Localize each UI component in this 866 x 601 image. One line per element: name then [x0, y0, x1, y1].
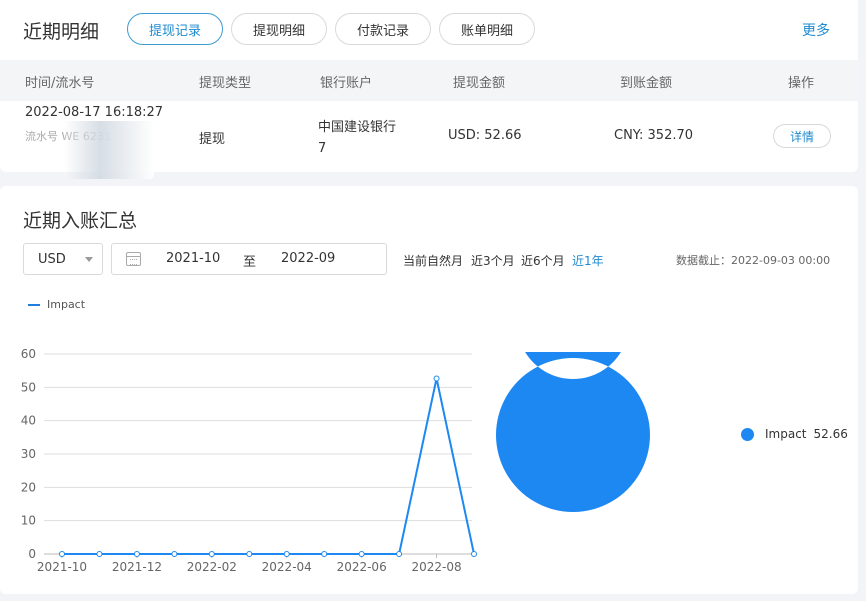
- data-point: [246, 551, 253, 557]
- donut-legend-value: 52.66: [813, 427, 848, 441]
- column-header-type: 提现类型: [199, 76, 252, 91]
- chevron-down-icon: [85, 257, 93, 262]
- row-withdraw-type: 提现: [199, 132, 226, 147]
- recent-income-title: 近期入账汇总: [23, 210, 138, 232]
- x-tick-label: 2021-10: [37, 560, 87, 574]
- column-header-action: 操作: [788, 76, 815, 91]
- x-tick-label: 2022-02: [187, 560, 237, 574]
- legend-label: Impact: [47, 298, 86, 311]
- range-3-months[interactable]: 近3个月: [471, 252, 515, 269]
- series-line-impact: [62, 378, 475, 555]
- y-tick-label: 60: [21, 347, 36, 361]
- donut-slice-impact: [496, 352, 650, 512]
- data-point: [471, 551, 477, 557]
- data-point: [96, 551, 103, 557]
- legend-dot: [741, 427, 754, 441]
- row-arrival-amount: CNY: 352.70: [614, 128, 694, 143]
- y-tick-label: 0: [28, 547, 36, 561]
- column-header-time: 时间/流水号: [25, 76, 95, 91]
- y-tick-label: 20: [21, 480, 36, 494]
- date-end-input[interactable]: 2022-09: [281, 251, 335, 266]
- line-chart: 0 10 20 30 40 50 60 2021-10 2021-12 2022-02 2022-0…: [21, 347, 477, 574]
- calendar-icon: [126, 252, 141, 266]
- details-button[interactable]: 详情: [773, 124, 831, 148]
- tab-withdraw-records[interactable]: 提现记录: [127, 13, 223, 45]
- range-current-month[interactable]: 当前自然月: [403, 252, 463, 269]
- x-tick-label: 2021-12: [112, 560, 162, 574]
- data-cutoff-text: 数据截止：2022-09-03 00:00: [676, 254, 831, 267]
- tab-withdraw-details[interactable]: 提现明细: [231, 13, 327, 45]
- date-separator: 至: [243, 255, 257, 270]
- redaction-mask: [64, 121, 154, 179]
- date-range-picker[interactable]: 2021-10 至 2022-09: [111, 243, 387, 275]
- y-tick-label: 10: [21, 514, 36, 528]
- data-point: [321, 551, 328, 557]
- data-point: [433, 375, 440, 382]
- column-header-arrival: 到账金额: [620, 76, 673, 91]
- recent-details-title: 近期明细: [23, 21, 100, 43]
- legend-line-marker: [28, 303, 40, 306]
- line-chart-legend[interactable]: Impact: [28, 298, 85, 311]
- data-point: [283, 551, 290, 557]
- range-6-months[interactable]: 近6个月: [521, 252, 565, 269]
- currency-value: USD: [38, 251, 66, 267]
- currency-select[interactable]: USD: [23, 243, 103, 275]
- date-start-input[interactable]: 2021-10: [166, 251, 220, 266]
- column-header-bank: 银行账户: [320, 76, 373, 91]
- x-tick-label: 2022-08: [411, 560, 461, 574]
- x-tick-label: 2022-04: [262, 560, 312, 574]
- y-tick-label: 40: [21, 414, 36, 428]
- data-point: [208, 551, 215, 557]
- row-time: 2022-08-17 16:18:27: [25, 105, 164, 120]
- column-header-amount: 提现金额: [453, 76, 506, 91]
- data-point: [59, 551, 65, 557]
- data-point: [358, 551, 365, 557]
- y-tick-label: 30: [21, 447, 36, 461]
- tab-payment-records[interactable]: 付款记录: [335, 13, 431, 45]
- x-tick-label: 2022-06: [337, 560, 387, 574]
- donut-legend-label: Impact: [765, 427, 807, 441]
- range-1-year[interactable]: 近1年: [572, 252, 604, 269]
- data-point: [171, 551, 178, 557]
- donut-legend[interactable]: Impact 52.66: [741, 427, 848, 441]
- more-link[interactable]: 更多: [802, 20, 830, 40]
- data-point: [396, 551, 403, 557]
- row-withdraw-amount: USD: 52.66: [448, 128, 522, 143]
- tab-bill-details[interactable]: 账单明细: [439, 13, 535, 45]
- data-point: [133, 551, 140, 557]
- table-header: 时间/流水号 提现类型 银行账户 提现金额 到账金额 操作: [0, 60, 858, 101]
- donut-chart: [496, 352, 650, 512]
- y-tick-label: 50: [21, 380, 36, 394]
- row-bank-account: 中国建设银行 7: [318, 120, 397, 156]
